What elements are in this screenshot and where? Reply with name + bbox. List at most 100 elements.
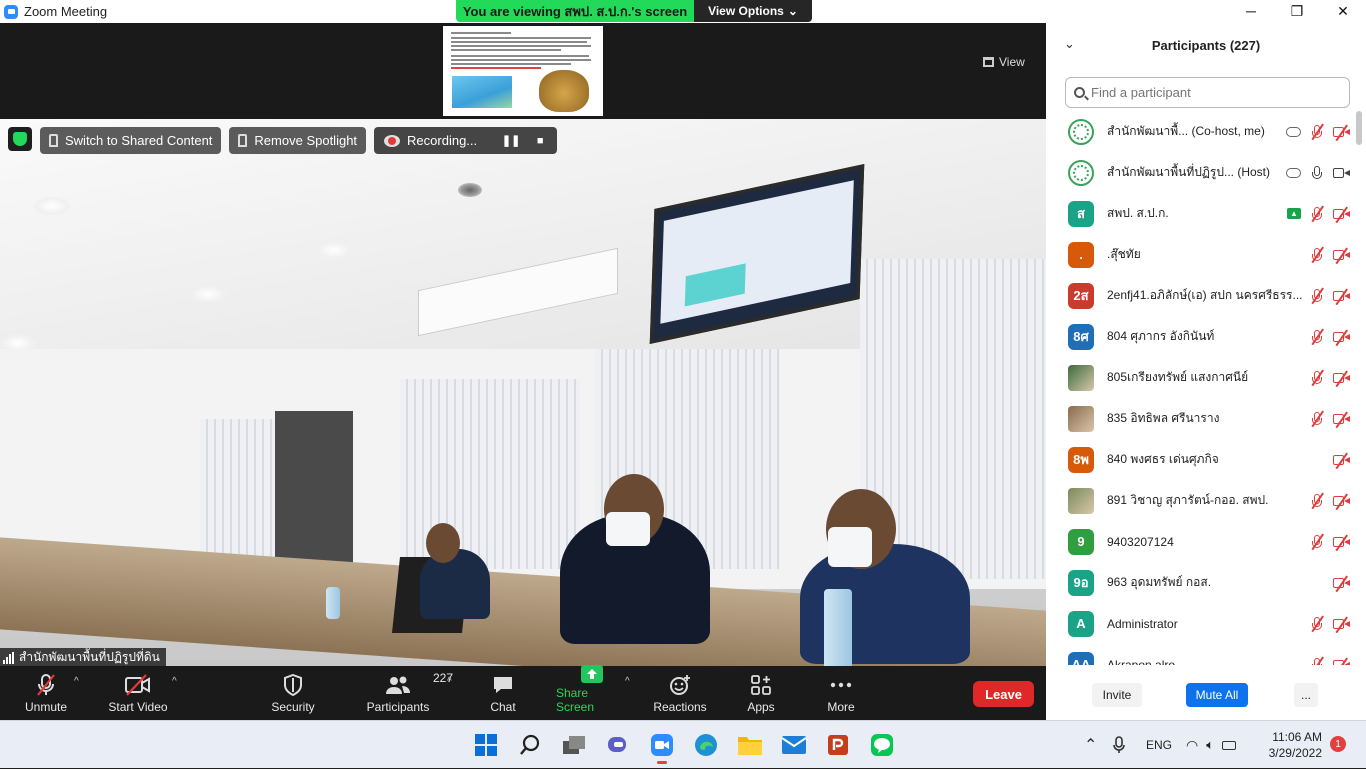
collapse-chevron-icon[interactable]: ⌄ xyxy=(1064,36,1075,52)
participant-row[interactable]: ส สพป. ส.ป.ก. ▲ xyxy=(1046,193,1352,234)
file-explorer-button[interactable] xyxy=(734,729,766,761)
video-top-controls: Switch to Shared Content Remove Spotligh… xyxy=(8,127,558,154)
spotlight-label: Remove Spotlight xyxy=(254,133,358,148)
language-indicator[interactable]: ENG xyxy=(1146,721,1172,769)
mail-button[interactable] xyxy=(778,729,810,761)
video-off-icon xyxy=(1333,371,1350,385)
participants-label: Participants xyxy=(366,700,430,714)
participant-row[interactable]: สำนักพัฒนาพื้นที่ปฏิรูป... (Host) xyxy=(1046,152,1352,193)
clock[interactable]: 11:06 AM 3/29/2022 xyxy=(1262,729,1322,761)
reactions-label: Reactions xyxy=(653,700,707,714)
share-options-caret[interactable]: ^ xyxy=(625,676,630,687)
participant-status-icons xyxy=(1309,616,1350,632)
pause-recording-button[interactable]: ❚❚ xyxy=(500,130,522,152)
participant-row[interactable]: 2ส 2enfj41.อภิลักษ์(เอ) สปก นครศรีธรร... xyxy=(1046,275,1352,316)
more-options-button[interactable]: ... xyxy=(1294,683,1318,707)
participant-row[interactable]: 8ศ 804 ศุภากร อังกินันท์ xyxy=(1046,316,1352,357)
initials-avatar: 9 xyxy=(1068,528,1094,555)
participant-status-icons xyxy=(1309,370,1350,386)
share-screen-button[interactable]: Share Screen xyxy=(556,665,628,720)
system-tray-icons[interactable]: ◠ 🔈︎ xyxy=(1186,721,1237,769)
teams-chat-button[interactable] xyxy=(602,729,634,761)
photo-avatar xyxy=(1068,487,1094,514)
unmute-button[interactable]: Unmute xyxy=(20,666,72,720)
signal-strength-icon xyxy=(3,651,14,664)
participants-options-caret[interactable]: ^ xyxy=(447,676,452,687)
security-button[interactable]: Security xyxy=(268,666,318,720)
task-view-button[interactable] xyxy=(558,729,590,761)
participant-name: 963 อุดมทรัพย์ กอส. xyxy=(1107,575,1212,589)
video-off-icon xyxy=(124,673,152,697)
organization-logo-avatar xyxy=(1068,118,1094,145)
search-icon xyxy=(1074,87,1085,98)
encryption-shield-icon[interactable] xyxy=(8,127,32,151)
photo-avatar xyxy=(1068,364,1094,391)
participant-row[interactable]: 9อ 963 อุดมทรัพย์ กอส. xyxy=(1046,562,1352,603)
main-video-feed xyxy=(0,119,1046,666)
participant-list: สำนักพัฒนาพื้... (Co-host, me) สำนักพัฒนา… xyxy=(1046,111,1352,665)
video-off-icon xyxy=(1333,453,1350,467)
participant-row[interactable]: 891 วิชาญ สุภารัตน์-กออ. สพป. xyxy=(1046,480,1352,521)
clock-date: 3/29/2022 xyxy=(1268,746,1322,760)
taskbar-search-icon xyxy=(520,734,540,755)
apps-button[interactable]: Apps xyxy=(744,666,778,720)
recording-label: Recording... xyxy=(407,133,478,148)
powerpoint-button[interactable] xyxy=(822,729,854,761)
search-taskbar-button[interactable] xyxy=(514,729,546,761)
start-video-button[interactable]: Start Video xyxy=(106,666,170,720)
screen-sharing-icon: ▲ xyxy=(1287,208,1301,219)
restore-icon[interactable]: ❐ xyxy=(1274,0,1320,22)
shared-screen-thumbnail[interactable] xyxy=(443,26,603,116)
thumbnail-money-bag-image xyxy=(539,70,589,112)
participant-status-icons xyxy=(1309,534,1350,550)
apps-label: Apps xyxy=(747,700,775,714)
participant-search-box[interactable] xyxy=(1065,77,1350,108)
muted-microphone-icon xyxy=(1309,493,1325,509)
video-off-icon xyxy=(1333,617,1350,631)
invite-button[interactable]: Invite xyxy=(1092,683,1142,707)
participant-list-scrollbar[interactable] xyxy=(1356,111,1362,145)
more-button[interactable]: More xyxy=(824,666,858,720)
view-options-button[interactable]: View Options ⌄ xyxy=(694,0,812,22)
participant-row[interactable]: 805เกรียงทรัพย์ แสงกาศนีย์ xyxy=(1046,357,1352,398)
participant-row[interactable]: 9 9403207124 xyxy=(1046,521,1352,562)
close-icon[interactable]: ✕ xyxy=(1320,0,1366,22)
video-options-caret[interactable]: ^ xyxy=(172,676,177,687)
participant-row[interactable]: . .สุ๊ชทัย xyxy=(1046,234,1352,275)
participant-name: สำนักพัฒนาพื้... (Co-host, me) xyxy=(1107,124,1265,138)
switch-to-shared-content-button[interactable]: Switch to Shared Content xyxy=(40,127,222,154)
minimize-icon[interactable]: ─ xyxy=(1228,0,1274,22)
microphone-tray-icon[interactable] xyxy=(1112,721,1126,769)
stop-recording-button[interactable]: ■ xyxy=(529,130,551,152)
line-button[interactable] xyxy=(866,729,898,761)
participant-search-input[interactable] xyxy=(1091,85,1331,100)
initials-avatar: 8ศ xyxy=(1068,323,1094,350)
participant-row[interactable]: A Administrator xyxy=(1046,603,1352,644)
start-button[interactable] xyxy=(470,729,502,761)
audio-options-caret[interactable]: ^ xyxy=(74,676,79,687)
show-hidden-icons-button[interactable]: ⌃ xyxy=(1084,721,1097,769)
muted-microphone-icon xyxy=(1309,616,1325,632)
windows-logo-icon xyxy=(475,734,497,756)
leave-button[interactable]: Leave xyxy=(973,681,1034,707)
participant-name: Akrapon alro xyxy=(1107,657,1176,666)
participant-row[interactable]: AA Akrapon alro xyxy=(1046,644,1352,665)
mute-all-button[interactable]: Mute All xyxy=(1186,683,1248,707)
remove-spotlight-button[interactable]: Remove Spotlight xyxy=(229,127,367,154)
participants-button[interactable]: 227 Participants xyxy=(364,666,453,720)
chat-button[interactable]: Chat xyxy=(486,666,520,720)
view-button[interactable]: View xyxy=(983,55,1025,69)
task-view-icon xyxy=(563,736,585,754)
notification-badge[interactable]: 1 xyxy=(1330,736,1346,752)
window-title: Zoom Meeting xyxy=(24,4,108,19)
video-off-icon xyxy=(1333,289,1350,303)
participant-row[interactable]: 8พ 840 พงศธร เด่นศุภกิจ xyxy=(1046,439,1352,480)
zoom-taskbar-button[interactable] xyxy=(646,729,678,764)
video-camera-icon xyxy=(1333,166,1350,180)
share-screen-icon xyxy=(581,665,603,683)
participant-row[interactable]: สำนักพัฒนาพื้... (Co-host, me) xyxy=(1046,111,1352,152)
reactions-button[interactable]: Reactions xyxy=(652,666,708,720)
muted-microphone-icon xyxy=(34,673,58,697)
participant-row[interactable]: 835 อิทธิพล ศรีนาราง xyxy=(1046,398,1352,439)
edge-button[interactable] xyxy=(690,729,722,761)
